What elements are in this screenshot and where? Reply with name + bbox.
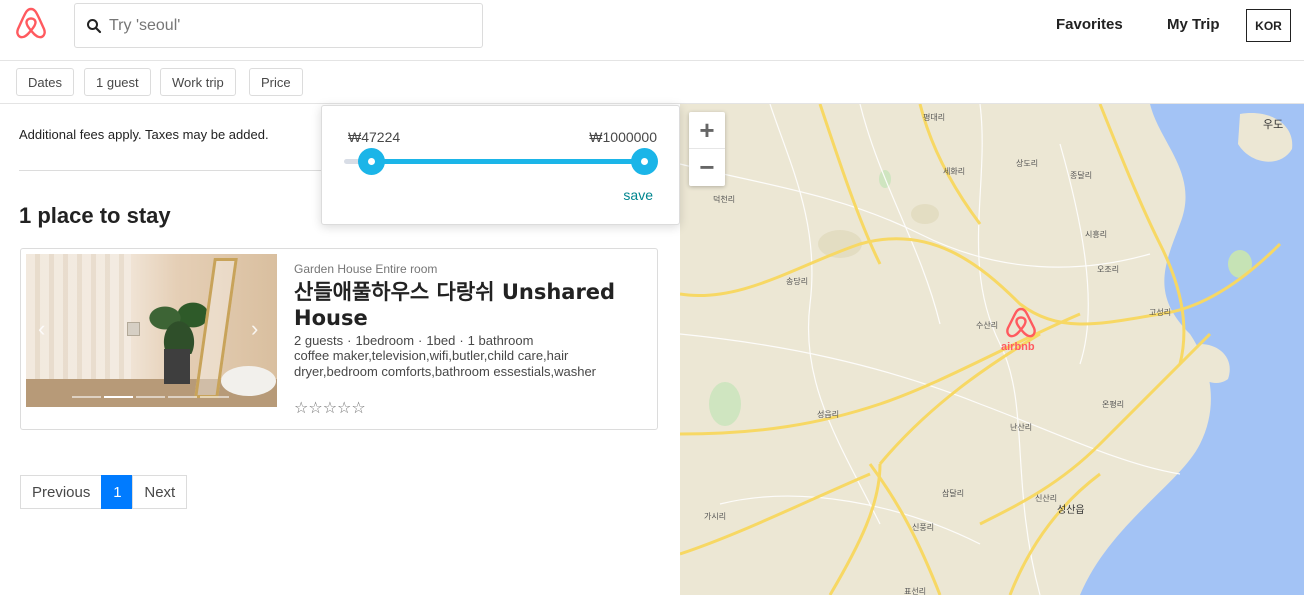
listing-beds: 1bed [426,333,456,348]
map-label: 송당리 [786,276,808,286]
zoom-out-button[interactable]: − [689,149,725,186]
map-zoom-controls: + − [689,112,725,186]
divider [19,170,322,171]
filter-dates-button[interactable]: Dates [16,68,74,96]
listing-title[interactable]: 산들애풀하우스 다랑쉬 Unshared House [294,279,624,331]
listing-type: Garden House Entire room [294,262,438,276]
listing-photo[interactable]: ‹ › [26,254,277,407]
map-label: 수산리 [976,320,998,330]
filter-price-button[interactable]: Price [249,68,303,96]
photo-prev-icon[interactable]: ‹ [38,316,45,342]
language-button[interactable]: KOR [1246,9,1291,42]
results-title: 1 place to stay [19,203,171,228]
search-box[interactable] [74,3,483,48]
map-label: 시흥리 [1085,229,1107,239]
map-label: 덕천리 [713,194,735,204]
map[interactable]: 우도 평대리 세화리 상도리 종달리 덕천리 송당리 시흥리 오조리 수산리 고… [680,104,1304,595]
map-label: 온평리 [1102,399,1124,409]
map-label: 삼달리 [942,488,964,498]
map-tiles: 우도 평대리 세화리 상도리 종달리 덕천리 송당리 시흥리 오조리 수산리 고… [680,104,1304,595]
search-input[interactable] [109,14,469,38]
filter-bar: Dates 1 guest Work trip Price [0,61,1304,104]
next-page-button[interactable]: Next [132,475,188,509]
listing-baths: 1 bathroom [467,333,534,348]
map-label: 평대리 [923,112,945,122]
listing-guests: 2 guests [294,333,344,348]
price-min-handle[interactable] [358,148,385,175]
price-max-label: ₩1000000 [589,129,657,145]
photo-dot[interactable] [104,396,133,398]
filter-guests-button[interactable]: 1 guest [84,68,151,96]
listing-amenities: coffee maker,television,wifi,butler,chil… [294,348,597,379]
previous-page-button[interactable]: Previous [20,475,103,509]
nav-my-trip-link[interactable]: My Trip [1167,16,1220,33]
listing-rating-stars: ☆☆☆☆☆ [294,400,366,417]
map-label: 신풍리 [912,523,934,532]
airbnb-logo-icon[interactable] [15,6,47,40]
photo-dot[interactable] [136,396,165,398]
map-label: 신산리 [1035,493,1057,503]
page-1-button[interactable]: 1 [101,475,134,509]
pagination: Previous 1 Next [20,475,188,509]
map-marker-icon: airbnb [1001,307,1036,353]
map-label: 고성리 [1149,308,1171,317]
zoom-in-button[interactable]: + [689,112,725,149]
listing-bedrooms: 1bedroom [355,333,415,348]
photo-dot[interactable] [200,396,229,398]
map-label: 세화리 [943,167,965,176]
photo-dot[interactable] [72,396,101,398]
fees-note: Additional fees apply. Taxes may be adde… [19,127,269,142]
map-label: 오조리 [1097,265,1119,274]
nav-favorites-link[interactable]: Favorites [1056,16,1123,33]
photo-next-icon[interactable]: › [251,316,258,342]
top-header: Favorites My Trip KOR [0,0,1304,61]
price-filter-popover: ₩47224 ₩1000000 save [321,105,680,225]
map-label: 종달리 [1070,171,1092,180]
price-slider-track[interactable] [371,159,644,164]
price-save-button[interactable]: save [623,187,653,203]
listing-card[interactable]: ‹ › Garden House Entire room 산들애풀하우스 다랑쉬… [20,248,658,430]
map-label: 성산읍 [1057,504,1085,516]
map-label: 가시리 [704,512,726,521]
map-label: 표선리 [904,587,926,595]
price-min-label: ₩47224 [348,129,401,145]
map-label: 우도 [1263,118,1283,131]
photo-indicator [72,396,229,398]
map-label: 상도리 [1016,158,1038,168]
map-marker-label: airbnb [1001,341,1035,353]
listing-specs: 2 guests · 1bedroom · 1bed · 1 bathroom [294,333,534,348]
search-icon [86,18,102,39]
price-max-handle[interactable] [631,148,658,175]
map-label: 난산리 [1010,422,1032,432]
filter-work-trip-button[interactable]: Work trip [160,68,236,96]
photo-dot[interactable] [168,396,197,398]
map-label: 성읍리 [817,410,839,419]
